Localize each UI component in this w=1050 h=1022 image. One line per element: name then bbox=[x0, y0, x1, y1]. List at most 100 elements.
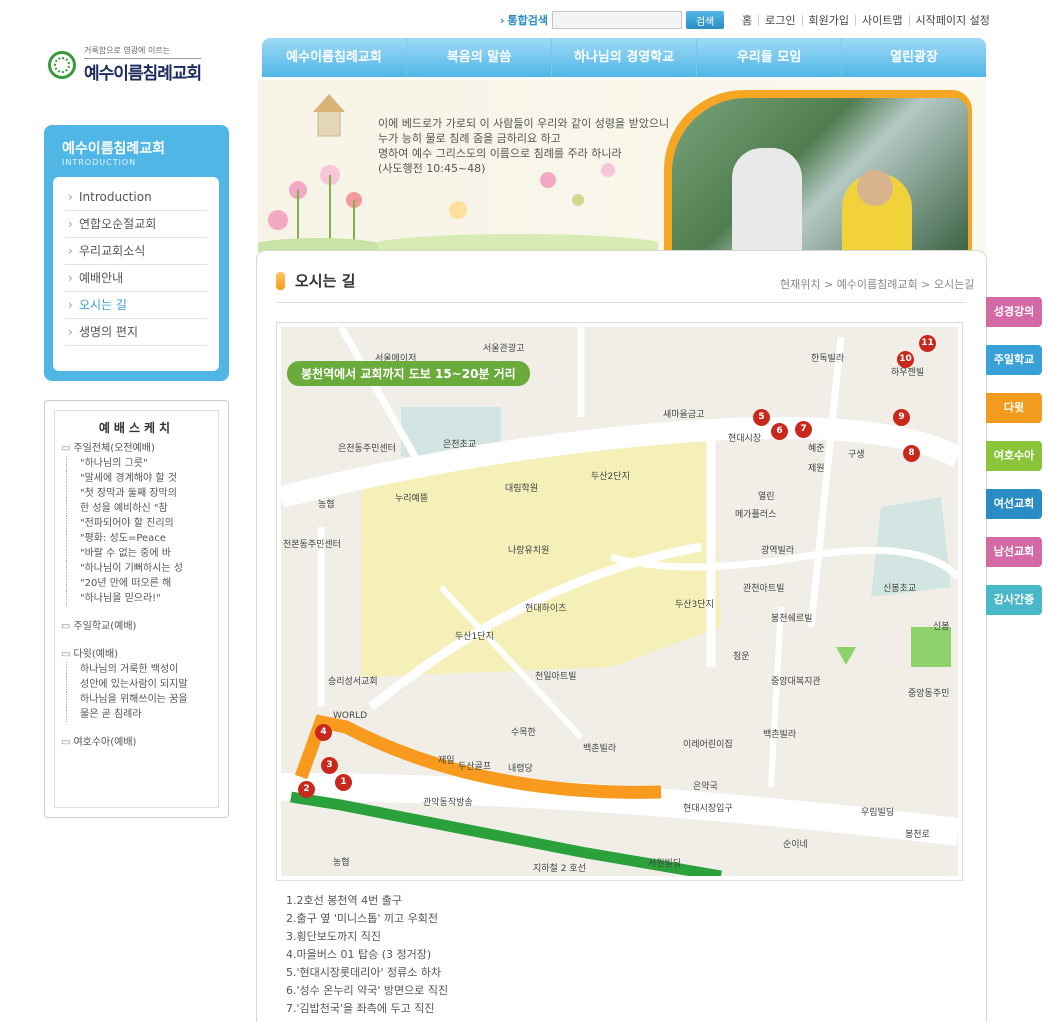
search-input[interactable] bbox=[552, 11, 683, 29]
sketch-item[interactable]: 하나님의 거룩한 백성이 bbox=[66, 662, 212, 677]
map-label: 관악동작방송 bbox=[423, 798, 473, 808]
logo-slogan: 거룩함으로 영광에 이르는 bbox=[84, 45, 202, 59]
sketch-item[interactable]: "하나님이 기뻐하시는 성 bbox=[66, 561, 212, 576]
sidebar-item-directions[interactable]: 오시는 길 bbox=[65, 292, 207, 319]
direction-step: 1.2호선 봉천역 4번 출구 bbox=[286, 894, 402, 907]
nav-gospel[interactable]: 복음의 말씀 bbox=[407, 38, 552, 77]
map-label: 제일 bbox=[438, 756, 455, 766]
map-label: 제원 bbox=[808, 464, 825, 474]
sketch-item[interactable]: "20년 만에 떠오른 해 bbox=[66, 576, 212, 591]
map-label: 청운 bbox=[733, 652, 750, 662]
nav-management-school[interactable]: 하나님의 경영학교 bbox=[552, 38, 697, 77]
map-label: 은약국 bbox=[693, 782, 718, 792]
sidebar-item-news[interactable]: 우리교회소식 bbox=[65, 238, 207, 265]
integrated-search-label: 통합검색 bbox=[500, 12, 548, 28]
map-callout: 봉천역에서 교회까지 도보 15~20분 거리 bbox=[287, 361, 530, 386]
map-label: 나랑유치원 bbox=[508, 546, 550, 556]
map-marker: 3 bbox=[321, 757, 338, 774]
home-link[interactable]: 홈 bbox=[736, 14, 760, 26]
sketch-item[interactable]: "전파되어야 할 진리의 bbox=[66, 516, 212, 531]
map-label: 두산2단지 bbox=[591, 472, 630, 482]
map-marker: 8 bbox=[903, 445, 920, 462]
sketch-item[interactable]: "평화: 성도=Peace bbox=[66, 531, 212, 546]
map-marker: 2 bbox=[298, 781, 315, 798]
sidebar-item-pentecostal[interactable]: 연합오순절교회 bbox=[65, 211, 207, 238]
sketch-category[interactable]: 주일학교(예배) bbox=[61, 620, 212, 634]
quick-link-button[interactable]: 여선교회 bbox=[986, 489, 1042, 519]
map-label: 농협 bbox=[318, 500, 335, 510]
sketch-item[interactable]: "말세에 경계해야 할 것 bbox=[66, 471, 212, 486]
map-label: 농협 bbox=[333, 858, 350, 868]
sketch-item[interactable]: 하나님을 위해쓰이는 꿈을 bbox=[66, 692, 212, 707]
sketch-category[interactable]: 주일전체(오전예배) bbox=[61, 442, 212, 456]
main-navigation: 예수이름침례교회 복음의 말씀 하나님의 경영학교 우리들 모임 열린광장 bbox=[262, 38, 986, 77]
map-label: 신봉초교 bbox=[883, 584, 917, 594]
map-label: 혜준 bbox=[808, 444, 825, 454]
map-marker: 10 bbox=[897, 351, 914, 368]
sketch-item[interactable]: "하나님을 믿으라!" bbox=[66, 591, 212, 606]
map-label: 메가플러스 bbox=[735, 510, 777, 520]
nav-open-square[interactable]: 열린광장 bbox=[842, 38, 986, 77]
balloons-illustration bbox=[378, 163, 658, 252]
sketch-item[interactable]: 한 성을 예비하신 "참 bbox=[66, 501, 212, 516]
map-label: 두산3단지 bbox=[675, 600, 714, 610]
map-label: 승리성서교회 bbox=[328, 677, 378, 687]
search-button[interactable]: 검색 bbox=[686, 11, 725, 29]
map-label: 이레어린이집 bbox=[683, 740, 733, 750]
quick-link-button[interactable]: 여호수아 bbox=[986, 441, 1042, 471]
direction-step: 7.'김밥천국'을 좌측에 두고 직진 bbox=[286, 1002, 435, 1015]
nav-church[interactable]: 예수이름침례교회 bbox=[262, 38, 407, 77]
sketch-title: 예배스케치 bbox=[98, 421, 175, 435]
directions-map[interactable]: 서울메이저 서울관광고 은천동주민센터 은천초교 농협 누리예뜰 대림학원 두산2단지 새마을금… bbox=[276, 322, 963, 881]
sketch-item[interactable]: 성안에 있는사람이 되지말 bbox=[66, 677, 212, 692]
map-marker: 5 bbox=[753, 409, 770, 426]
direction-step: 6.'성수 온누리 약국' 방면으로 직진 bbox=[286, 984, 449, 997]
quick-link-button[interactable]: 감사간증 bbox=[986, 585, 1042, 615]
map-label: 두산1단지 bbox=[455, 632, 494, 642]
sketch-category[interactable]: 다윗(예배) bbox=[61, 648, 212, 662]
login-link[interactable]: 로그인 bbox=[759, 14, 803, 26]
direction-step: 2.출구 옆 '미니스톱' 끼고 우회전 bbox=[286, 912, 438, 925]
site-logo[interactable]: 거룩함으로 영광에 이르는 예수이름침례교회 bbox=[48, 45, 202, 84]
baptism-photo bbox=[664, 90, 972, 252]
breadcrumb: 현재위치 > 예수이름침례교회 > 오시는길 bbox=[780, 278, 975, 291]
sitemap-link[interactable]: 사이트맵 bbox=[856, 14, 910, 26]
signup-link[interactable]: 회원가입 bbox=[803, 14, 857, 26]
map-label: WORLD bbox=[333, 711, 368, 721]
title-divider bbox=[276, 302, 966, 303]
sidebar-item-worship-info[interactable]: 예배안내 bbox=[65, 265, 207, 292]
sidebar-subtitle: INTRODUCTION bbox=[62, 158, 137, 167]
sketch-item[interactable]: "바랄 수 없는 중에 바 bbox=[66, 546, 212, 561]
map-label: 순이네 bbox=[783, 840, 808, 850]
map-label: 천일아트빌 bbox=[535, 672, 577, 682]
sketch-item[interactable]: 물은 곧 침례라 bbox=[66, 707, 212, 722]
worship-sketch-box: 예배스케치 주일전체(오전예배) "하나님의 그릇""말세에 경계해야 할 것"… bbox=[44, 400, 229, 818]
map-label: 은천초교 bbox=[443, 440, 477, 450]
sketch-item[interactable]: "하나님의 그릇" bbox=[66, 456, 212, 471]
quick-link-button[interactable]: 다윗 bbox=[986, 393, 1042, 423]
utility-bar: 통합검색 검색 홈 로그인 회원가입 사이트맵 시작페이지 설정 bbox=[500, 10, 996, 30]
quick-link-button[interactable]: 남선교회 bbox=[986, 537, 1042, 567]
sketch-item[interactable]: "첫 장막과 둘째 장막의 bbox=[66, 486, 212, 501]
map-label: 현대시장입구 bbox=[683, 804, 733, 814]
map-marker: 1 bbox=[335, 774, 352, 791]
quick-link-button[interactable]: 성경강의 bbox=[986, 297, 1042, 327]
title-marker-icon bbox=[276, 271, 285, 290]
globe-icon bbox=[48, 50, 76, 79]
map-label: 지하철 2 호선 bbox=[533, 864, 586, 874]
sidebar-item-introduction[interactable]: Introduction bbox=[65, 184, 207, 211]
page-title: 오시는 길 bbox=[276, 270, 355, 291]
direction-step: 5.'현대시장롯데리아' 정류소 하차 bbox=[286, 966, 442, 979]
map-label: 수목한 bbox=[511, 728, 536, 738]
map-label: 중앙동주민 bbox=[908, 689, 950, 699]
sidebar-item-letters[interactable]: 생명의 편지 bbox=[65, 319, 207, 346]
quick-link-button[interactable]: 주일학교 bbox=[986, 345, 1042, 375]
nav-groups[interactable]: 우리들 모임 bbox=[697, 38, 842, 77]
sketch-category[interactable]: 여호수아(예배) bbox=[61, 736, 212, 750]
map-label: 구생 bbox=[848, 450, 865, 460]
map-label: 광역빌라 bbox=[761, 546, 795, 556]
map-label: 백촌빌라 bbox=[763, 730, 797, 740]
direction-step: 4.마을버스 01 탑승 (3 정거장) bbox=[286, 948, 432, 961]
map-label: 봉천쉐르빌 bbox=[771, 614, 813, 624]
set-startpage-link[interactable]: 시작페이지 설정 bbox=[910, 15, 996, 26]
